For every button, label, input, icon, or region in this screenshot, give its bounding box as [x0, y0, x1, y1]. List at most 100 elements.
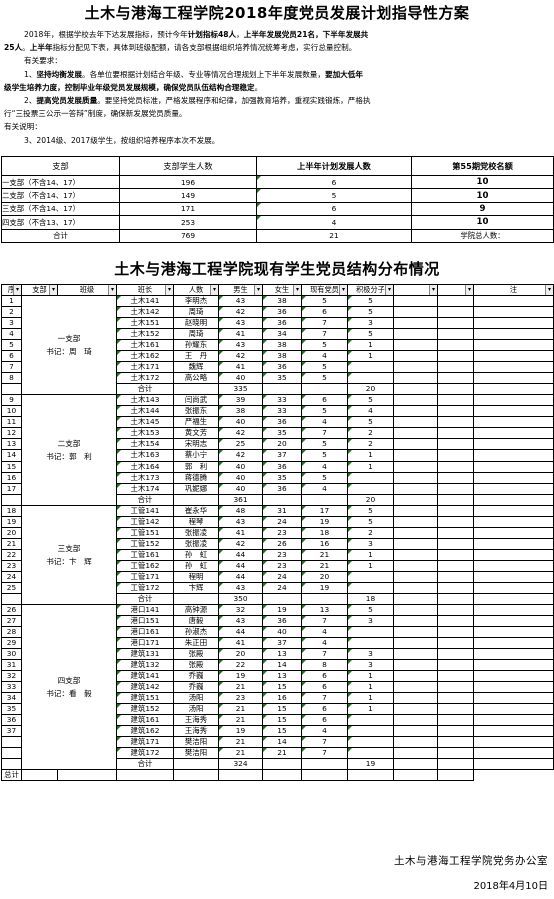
count-cell[interactable]: 43 [218, 295, 263, 308]
extra-cell[interactable] [473, 317, 554, 330]
activist-cell[interactable] [393, 504, 438, 517]
extra-cell[interactable] [473, 449, 554, 462]
extra-cell[interactable] [437, 361, 474, 374]
plan-count-cell[interactable]: 5 [256, 188, 412, 203]
activist-cell[interactable] [393, 350, 438, 363]
extra-cell[interactable] [437, 570, 474, 583]
leader-cell[interactable] [173, 758, 219, 771]
filter-header-cell[interactable]: 人数 ▾ [173, 283, 219, 297]
extra-cell[interactable] [437, 339, 474, 352]
male-cell[interactable]: 37 [262, 636, 302, 650]
empty-cell[interactable] [393, 493, 438, 506]
activist-cell[interactable] [393, 361, 438, 374]
plan-students-cell[interactable]: 149 [119, 188, 257, 203]
empty-cell[interactable] [218, 769, 263, 782]
extra-cell[interactable] [473, 614, 554, 627]
seq-cell[interactable]: 14 [1, 449, 22, 462]
extra-cell[interactable] [473, 581, 554, 594]
plan-students-cell[interactable]: 253 [119, 215, 257, 230]
subtotal-label[interactable]: 合计 [116, 592, 174, 605]
male-cell[interactable]: 24 [262, 570, 302, 583]
extra-cell[interactable] [473, 725, 554, 738]
empty-cell[interactable] [473, 383, 554, 396]
extra-cell[interactable] [473, 703, 554, 716]
male-cell[interactable]: 38 [262, 339, 302, 352]
extra-cell[interactable] [437, 460, 474, 473]
seq-cell[interactable]: 34 [1, 692, 22, 705]
filter-dropdown-icon[interactable]: ▾ [210, 285, 218, 295]
extra-cell[interactable] [437, 537, 474, 550]
count-cell[interactable]: 43 [218, 317, 263, 330]
extra-cell[interactable] [437, 548, 474, 561]
seq-cell[interactable] [1, 758, 22, 771]
female-cell[interactable]: 6 [301, 681, 348, 694]
class-cell[interactable]: 建筑131 [116, 648, 174, 661]
empty-cell[interactable] [57, 769, 117, 782]
activist-cell[interactable] [393, 692, 438, 705]
seq-cell[interactable]: 36 [1, 714, 22, 727]
class-cell[interactable]: 工管151 [116, 526, 174, 539]
filter-header-cell[interactable]: 现有党员 ▾ [301, 283, 348, 297]
extra-cell[interactable] [473, 714, 554, 727]
count-cell[interactable]: 20 [218, 648, 263, 661]
male-cell[interactable]: 31 [262, 504, 302, 517]
extra-cell[interactable] [473, 306, 554, 319]
female-cell[interactable]: 19 [301, 515, 348, 528]
seq-cell[interactable]: 27 [1, 614, 22, 627]
leader-cell[interactable]: 张振东 [173, 405, 219, 418]
plan-header-cell[interactable]: 支部 [1, 156, 120, 176]
male-cell[interactable]: 14 [262, 659, 302, 672]
female-cell[interactable]: 6 [301, 394, 348, 407]
class-cell[interactable]: 土木151 [116, 317, 174, 330]
female-cell[interactable]: 5 [301, 405, 348, 418]
male-cell[interactable] [262, 493, 302, 506]
plan-quota-cell[interactable]: 10 [411, 215, 554, 230]
leader-cell[interactable]: 严福生 [173, 416, 219, 429]
subtotal-count[interactable]: 361 [218, 493, 263, 506]
seq-cell[interactable] [1, 493, 22, 506]
extra-cell[interactable] [473, 339, 554, 352]
leader-cell[interactable]: 张殿 [173, 659, 219, 672]
seq-cell[interactable]: 24 [1, 570, 22, 583]
members-cell[interactable]: 1 [347, 559, 394, 572]
filter-dropdown-icon[interactable]: ▾ [13, 285, 21, 295]
extra-cell[interactable] [473, 736, 554, 749]
extra-cell[interactable] [473, 394, 554, 407]
count-cell[interactable]: 43 [218, 339, 263, 352]
branch-cell[interactable]: 三支部 书记：卞 辉 [21, 504, 117, 605]
class-cell[interactable]: 土木154 [116, 438, 174, 451]
count-cell[interactable]: 44 [218, 548, 263, 561]
members-cell[interactable]: 3 [347, 317, 394, 330]
activist-cell[interactable] [393, 515, 438, 528]
female-cell[interactable]: 5 [301, 438, 348, 451]
members-cell[interactable] [347, 581, 394, 594]
activist-cell[interactable] [393, 405, 438, 418]
filter-header-cell[interactable]: 序 ▾ [1, 283, 22, 297]
members-cell[interactable]: 1 [347, 703, 394, 716]
filter-dropdown-icon[interactable]: ▾ [254, 285, 262, 295]
members-cell[interactable] [347, 570, 394, 583]
class-cell[interactable]: 土木152 [116, 328, 174, 341]
class-cell[interactable]: 工管142 [116, 515, 174, 528]
female-cell[interactable]: 4 [301, 482, 348, 495]
seq-cell[interactable]: 26 [1, 603, 22, 616]
count-cell[interactable]: 23 [218, 692, 263, 705]
leader-cell[interactable]: 高公略 [173, 372, 219, 385]
activist-cell[interactable] [393, 460, 438, 473]
leader-cell[interactable]: 汤阳 [173, 692, 219, 705]
extra-cell[interactable] [437, 405, 474, 418]
seq-cell[interactable]: 9 [1, 394, 22, 407]
members-cell[interactable]: 5 [347, 328, 394, 341]
extra-cell[interactable] [437, 471, 474, 484]
members-cell[interactable]: 1 [347, 350, 394, 363]
male-cell[interactable]: 36 [262, 482, 302, 495]
count-cell[interactable]: 41 [218, 328, 263, 341]
activist-cell[interactable] [393, 648, 438, 661]
count-cell[interactable]: 41 [218, 636, 263, 650]
activist-cell[interactable] [393, 328, 438, 341]
members-cell[interactable]: 3 [347, 659, 394, 672]
female-cell[interactable]: 7 [301, 648, 348, 661]
male-cell[interactable]: 36 [262, 614, 302, 627]
seq-cell[interactable]: 25 [1, 581, 22, 594]
filter-dropdown-icon[interactable]: ▾ [49, 285, 57, 295]
